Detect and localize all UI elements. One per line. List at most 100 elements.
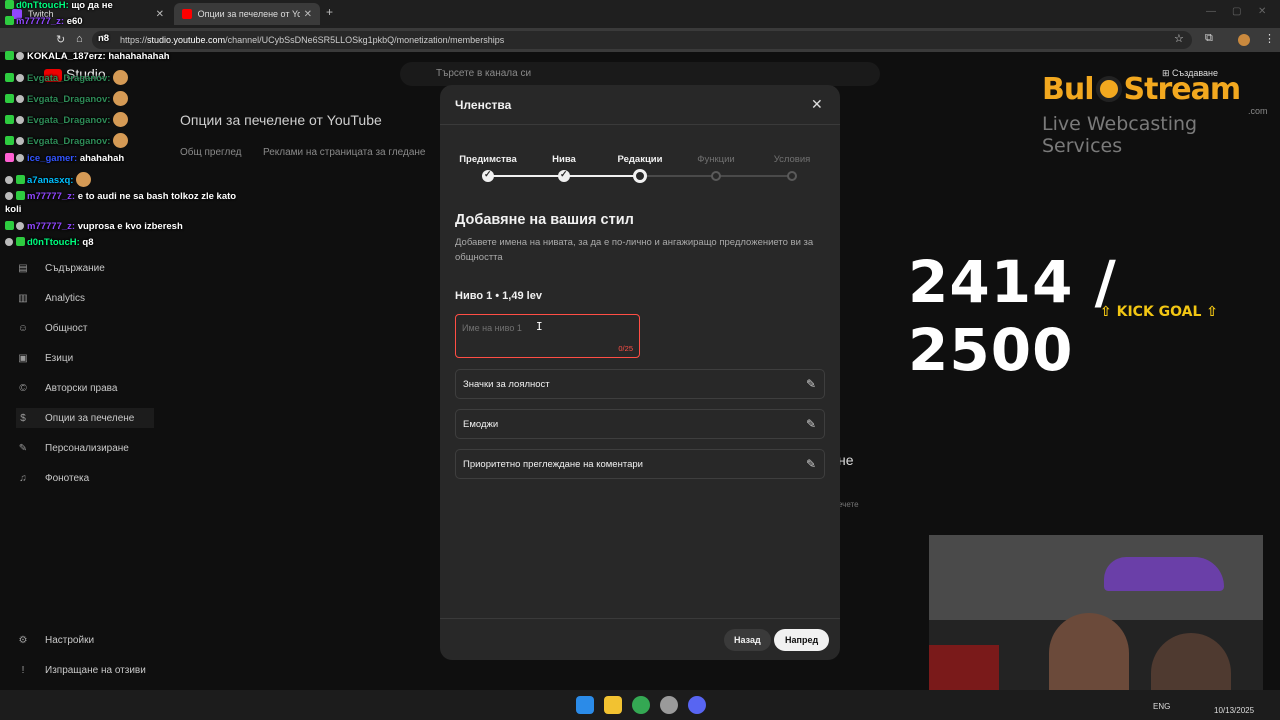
chat-message: a7anasxq: (5, 172, 92, 187)
sidebar-item-label: Персонализиране (45, 442, 129, 454)
chat-message: m77777_z: e to audi ne sa bash tolkoz zl… (5, 191, 236, 202)
chat-message: n8 (98, 33, 109, 44)
windows-start-icon[interactable] (576, 696, 594, 714)
chat-message: d0nTtoucH: q8 (5, 237, 94, 248)
community-icon: ☺ (17, 322, 29, 334)
sidebar-item-community[interactable]: ☺ Общност (16, 318, 154, 338)
chat-text: e60 (66, 16, 83, 27)
goal-total: 2500 (908, 316, 1074, 384)
kick-goal-label: ⇧ KICK GOAL ⇧ (1100, 304, 1218, 320)
tier-name-field[interactable]: 0/25 (455, 314, 640, 358)
chat-message: KOKALA_187erz: hahahahahah (5, 51, 170, 62)
obs-icon[interactable] (660, 696, 678, 714)
subscriber-badge-icon (5, 115, 14, 124)
tier-name-input[interactable] (462, 323, 632, 333)
sidebar-item-content[interactable]: ▤ Съдържание (16, 258, 154, 278)
audio-library-icon: ♫ (19, 472, 27, 484)
chrome-icon[interactable] (632, 696, 650, 714)
close-window-icon[interactable]: ✕ (1258, 6, 1266, 17)
sidebar-item-languages[interactable]: ▣ Езици (16, 348, 154, 368)
content-icon: ▤ (18, 262, 28, 274)
chat-message-continuation: koli (5, 204, 21, 215)
heart-badge-icon (5, 153, 14, 162)
menu-kebab-icon[interactable]: ⋮ (1264, 32, 1275, 45)
perk-row-emoji[interactable]: Емоджи ✎ (455, 409, 825, 439)
extensions-icon[interactable]: ⧉ (1205, 32, 1213, 45)
perk-row-priority-comments[interactable]: Приоритетно преглеждане на коментари ✎ (455, 449, 825, 479)
sidebar-item-copyright[interactable]: © Авторски права (16, 378, 154, 398)
sidebar-item-feedback[interactable]: ! Изпращане на отзиви (16, 660, 154, 680)
chat-username: a7anasxq: (27, 175, 74, 186)
bookmark-star-icon[interactable]: ☆ (1174, 32, 1184, 45)
chatter-avatar-icon (5, 238, 13, 246)
subscriber-badge-icon (5, 94, 14, 103)
channel-search-input[interactable]: Търсете в канала си (400, 62, 880, 86)
new-tab-button[interactable]: + (326, 5, 333, 19)
pencil-edit-icon[interactable]: ✎ (806, 457, 816, 471)
chat-username: Evgata_Draganov: (27, 136, 111, 147)
input-language[interactable]: ENG (1153, 702, 1170, 711)
tab-watch-page-ads[interactable]: Реклами на страницата за гледане (263, 147, 425, 158)
subscriber-badge-icon (5, 51, 14, 60)
minimize-icon[interactable]: — (1206, 6, 1216, 17)
chat-message: d0nTtoucH: що да не (5, 0, 113, 11)
chat-username: Evgata_Draganov: (27, 115, 111, 126)
sidebar-item-analytics[interactable]: ▥ Analytics (16, 288, 154, 308)
perk-row-loyalty-badges[interactable]: Значки за лоялност ✎ (455, 369, 825, 399)
step-label-tiers: Нива (552, 154, 576, 165)
pencil-edit-icon[interactable]: ✎ (806, 377, 816, 391)
brand-right: Stream (1123, 72, 1242, 107)
chatter-avatar-icon (5, 192, 13, 200)
settings-icon: ⚙ (18, 634, 28, 646)
file-explorer-icon[interactable] (604, 696, 622, 714)
emote-icon (113, 112, 129, 127)
sidebar-item-earn[interactable]: $ Опции за печелене (16, 408, 154, 428)
close-tab-icon[interactable]: ✕ (304, 9, 312, 20)
subscriber-badge-icon (5, 0, 14, 9)
maximize-icon[interactable]: ▢ (1232, 6, 1241, 17)
step-done-check-icon (482, 169, 494, 182)
copyright-icon: © (19, 382, 27, 394)
pencil-edit-icon[interactable]: ✎ (806, 417, 816, 431)
dialog-footer-divider (440, 618, 840, 619)
emote-icon (113, 91, 129, 106)
close-icon[interactable]: ✕ (811, 96, 823, 113)
stream-chat-overlay: d0nTtoucH: що да не m77777_z: e60 n8 KOK… (0, 0, 270, 250)
text-cursor-icon: I (536, 320, 543, 333)
arrow-up-icon: ⇧ (1201, 304, 1219, 320)
chat-text: koli (5, 204, 22, 215)
perk-label: Приоритетно преглеждане на коментари (463, 459, 643, 470)
sidebar-item-customization[interactable]: ✎ Персонализиране (16, 438, 154, 458)
sidebar-item-audio-library[interactable]: ♫ Фонотека (16, 468, 154, 488)
subscriber-badge-icon (16, 191, 25, 200)
background-text-fragment: не (838, 452, 854, 468)
sidebar-item-settings[interactable]: ⚙ Настройки (16, 630, 154, 650)
kick-goal-counter: 2414 / 2500 (908, 248, 1117, 384)
brand-left: Bul (1042, 72, 1095, 107)
chat-message: Evgata_Draganov: (5, 112, 129, 127)
section-description: Добавете имена на нивата, за да е по-лич… (455, 237, 814, 263)
chat-username: Evgata_Draganov: (27, 73, 111, 84)
chatter-avatar-icon (16, 95, 24, 103)
step-label-terms: Условия (773, 154, 811, 165)
chatter-avatar-icon (16, 137, 24, 145)
chat-message: Evgata_Draganov: (5, 133, 129, 148)
perk-label: Значки за лоялност (463, 379, 550, 390)
analytics-icon: ▥ (18, 292, 28, 304)
chat-username: ice_gamer: (27, 153, 78, 164)
chatter-avatar-icon (16, 222, 24, 230)
webcam-car (1104, 557, 1224, 591)
step-label-benefits: Предимства (459, 154, 517, 165)
chat-username: Evgata_Draganov: (27, 94, 111, 105)
chatter-avatar-icon (16, 154, 24, 162)
taskbar-date[interactable]: 10/13/2025 (1214, 706, 1254, 715)
back-button[interactable]: Назад (724, 629, 771, 651)
profile-avatar-icon[interactable] (1238, 34, 1250, 46)
perk-label: Емоджи (463, 419, 499, 430)
step-label-edits: Редакции (617, 154, 663, 165)
sidebar-item-label: Analytics (45, 292, 86, 304)
chatter-avatar-icon (16, 52, 24, 60)
next-button[interactable]: Напред (774, 629, 830, 651)
discord-icon[interactable] (688, 696, 706, 714)
chatter-avatar-icon (16, 74, 24, 82)
